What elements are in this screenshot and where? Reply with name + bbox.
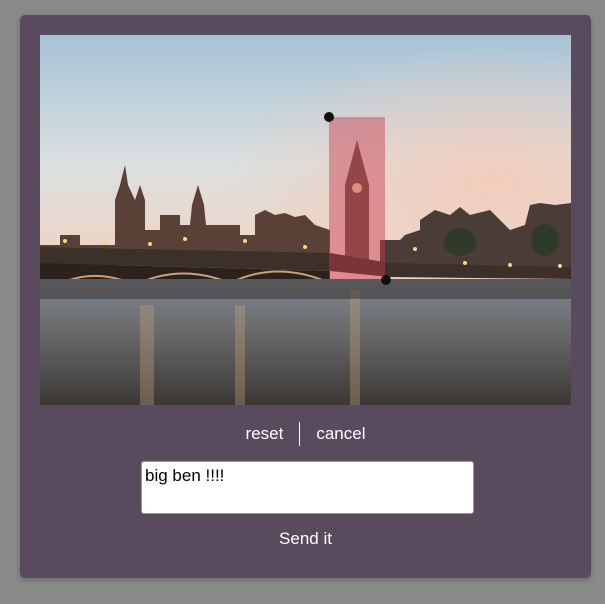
photo-image (40, 35, 571, 405)
selection-handle-bottom-right[interactable] (381, 275, 391, 285)
annotation-dialog: reset cancel big ben !!!! Send it (20, 15, 591, 578)
selection-handle-top-left[interactable] (324, 112, 334, 122)
action-bar: reset cancel (20, 422, 591, 446)
reset-button[interactable]: reset (230, 422, 300, 446)
caption-input[interactable]: big ben !!!! (141, 461, 474, 514)
selection-box[interactable] (329, 117, 385, 279)
cancel-button[interactable]: cancel (300, 422, 381, 446)
photo[interactable] (40, 35, 571, 405)
send-button[interactable]: Send it (20, 529, 591, 549)
